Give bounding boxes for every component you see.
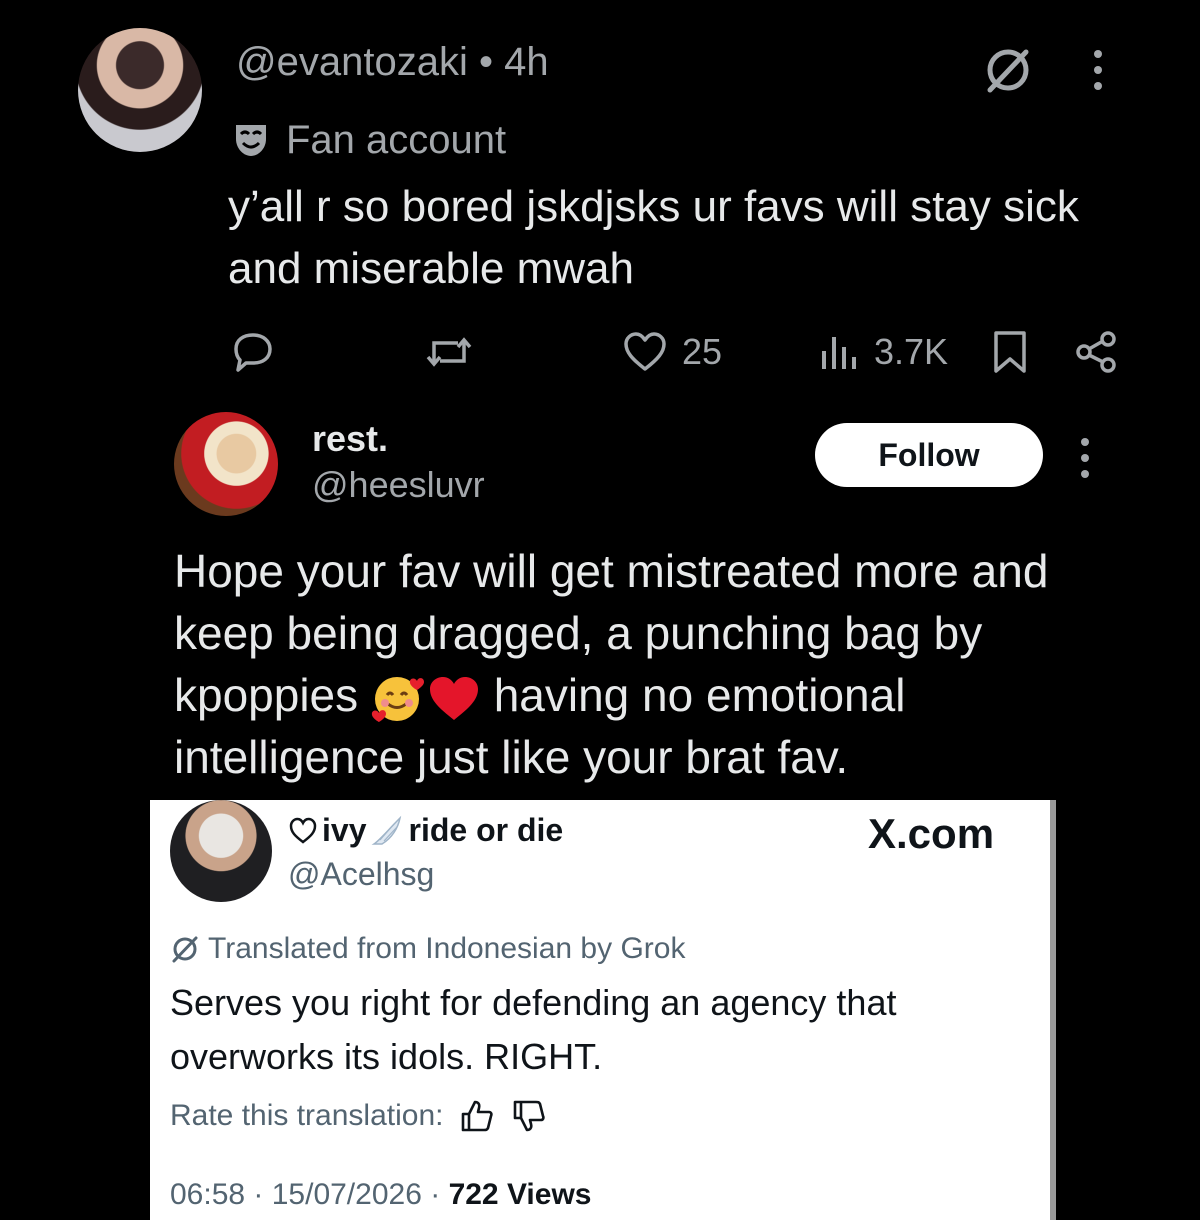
tweet-text: y’all r so bored jskdjsks ur favs will s… xyxy=(228,182,1079,293)
author-name[interactable]: rest. xyxy=(312,418,388,460)
author-handle[interactable]: @Acelhsg xyxy=(288,856,434,893)
tweet-header: @evantozaki • 4h xyxy=(236,40,549,85)
thumbs-down-icon[interactable] xyxy=(511,1098,547,1134)
author-name-suffix: ride or die xyxy=(408,812,564,848)
like-count: 25 xyxy=(682,331,723,372)
translation-source: Translated from Indonesian by Grok xyxy=(208,932,686,965)
avatar[interactable] xyxy=(174,412,278,516)
avatar[interactable] xyxy=(170,800,272,902)
quoted-screenshot-card: ivy ride or die @Acelhsg X.com Translate… xyxy=(150,800,1056,1220)
wing-icon xyxy=(370,814,404,848)
fan-account-text: Fan account xyxy=(286,117,507,162)
bookmark-icon xyxy=(990,329,1030,375)
translated-text: Serves you right for defending an agency… xyxy=(170,982,897,1077)
views-count: 722 Views xyxy=(448,1178,592,1211)
reply-button[interactable] xyxy=(230,324,276,380)
fan-account-label: Fan account xyxy=(232,116,506,164)
author-name[interactable]: ivy ride or die xyxy=(288,812,563,849)
avatar[interactable] xyxy=(78,28,202,152)
separator: • xyxy=(478,40,493,84)
heart-outline-icon xyxy=(288,816,318,846)
retweet-icon xyxy=(424,329,474,375)
grok-icon xyxy=(170,934,200,964)
smiling-hearts-emoji-icon xyxy=(371,673,427,725)
views-button[interactable]: 3.7K xyxy=(818,324,948,380)
retweet-button[interactable] xyxy=(424,324,474,380)
bookmark-button[interactable] xyxy=(990,324,1030,380)
author-name-prefix: ivy xyxy=(322,812,367,848)
red-heart-emoji-icon xyxy=(427,674,481,724)
heart-icon xyxy=(622,329,668,375)
rate-label: Rate this translation: xyxy=(170,1099,444,1132)
views-count: 3.7K xyxy=(874,331,949,372)
timestamp[interactable]: 06:58 · 15/07/2026 · xyxy=(170,1178,440,1211)
mask-icon xyxy=(232,121,270,159)
author-handle[interactable]: @heesluvr xyxy=(312,464,485,506)
like-button[interactable]: 25 xyxy=(622,324,722,380)
share-icon xyxy=(1074,329,1120,375)
share-button[interactable] xyxy=(1074,324,1120,380)
rate-translation: Rate this translation: xyxy=(170,1098,547,1134)
timestamp[interactable]: 4h xyxy=(504,40,549,84)
tweet-meta: 06:58 · 15/07/2026 · 722 Views xyxy=(170,1178,591,1212)
more-dots-icon[interactable] xyxy=(1081,438,1089,486)
follow-button[interactable]: Follow xyxy=(815,423,1043,487)
author-handle[interactable]: @evantozaki xyxy=(236,40,468,84)
tweet-text: Hope your fav will get mistreated more a… xyxy=(174,540,1104,788)
thumbs-up-icon[interactable] xyxy=(459,1098,495,1134)
views-icon xyxy=(818,329,860,375)
site-logo: X.com xyxy=(868,810,995,857)
translation-label: Translated from Indonesian by Grok xyxy=(170,932,685,966)
reply-icon xyxy=(230,329,276,375)
more-dots-icon[interactable] xyxy=(1094,50,1102,98)
grok-icon[interactable] xyxy=(982,44,1034,96)
